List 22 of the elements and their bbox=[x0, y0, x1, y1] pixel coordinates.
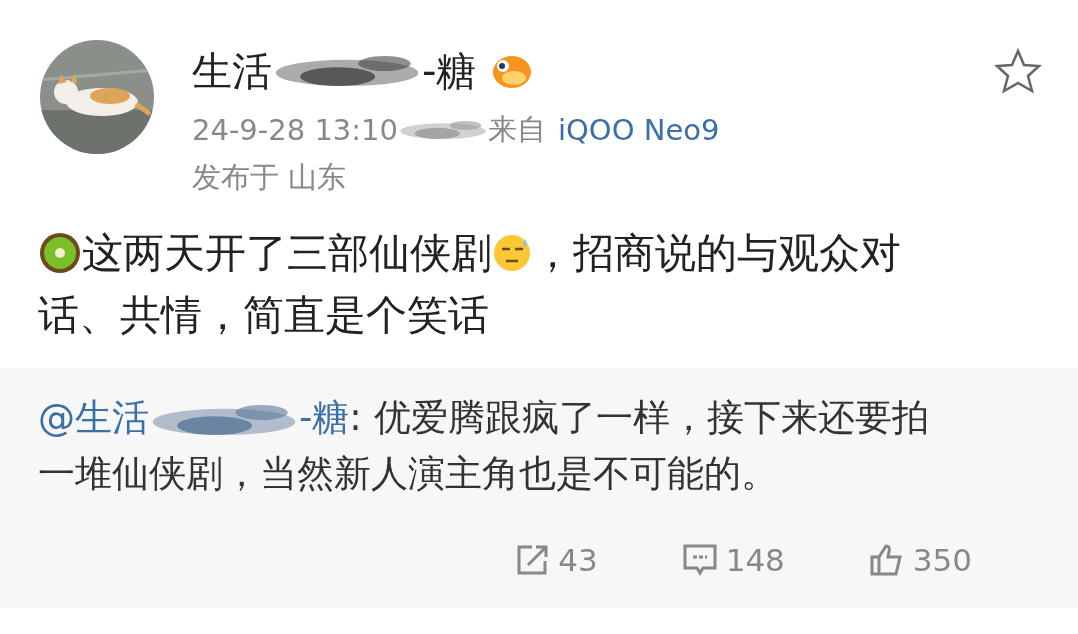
comment-icon[interactable] bbox=[681, 543, 718, 577]
share-icon[interactable] bbox=[516, 544, 551, 576]
post-time: 24-9-28 13:10 bbox=[192, 113, 398, 147]
author-name[interactable]: 生活 bbox=[192, 43, 272, 99]
comment-count: 148 bbox=[725, 542, 785, 578]
mention-link[interactable]: @生活 bbox=[38, 396, 149, 439]
like-count: 350 bbox=[912, 542, 972, 578]
device-link[interactable]: iQOO Neo9 bbox=[558, 113, 720, 147]
post-text: 话、共情，简直是个笑话 bbox=[38, 291, 489, 339]
post-text: 这两天开了三部仙侠剧 bbox=[82, 229, 492, 277]
source-label: 来自 bbox=[488, 111, 546, 148]
thumbs-up-icon[interactable] bbox=[868, 543, 905, 577]
mention-link[interactable]: -糖 bbox=[299, 396, 350, 439]
quoted-text: : 优爱腾跟疯了一样，接下来还要拍 bbox=[349, 396, 929, 439]
author-name[interactable]: -糖 bbox=[422, 43, 477, 99]
star-icon[interactable] bbox=[994, 48, 1042, 94]
kiwi-emoji-icon bbox=[38, 231, 82, 275]
post-location: 发布于 山东 bbox=[192, 159, 347, 196]
quoted-text: 一堆仙侠剧，当然新人演主角也是不可能的。 bbox=[38, 452, 778, 495]
post-text: ，招商说的与观众对 bbox=[532, 229, 901, 277]
repost-count: 43 bbox=[558, 542, 598, 578]
sweat-face-emoji-icon bbox=[492, 233, 532, 273]
